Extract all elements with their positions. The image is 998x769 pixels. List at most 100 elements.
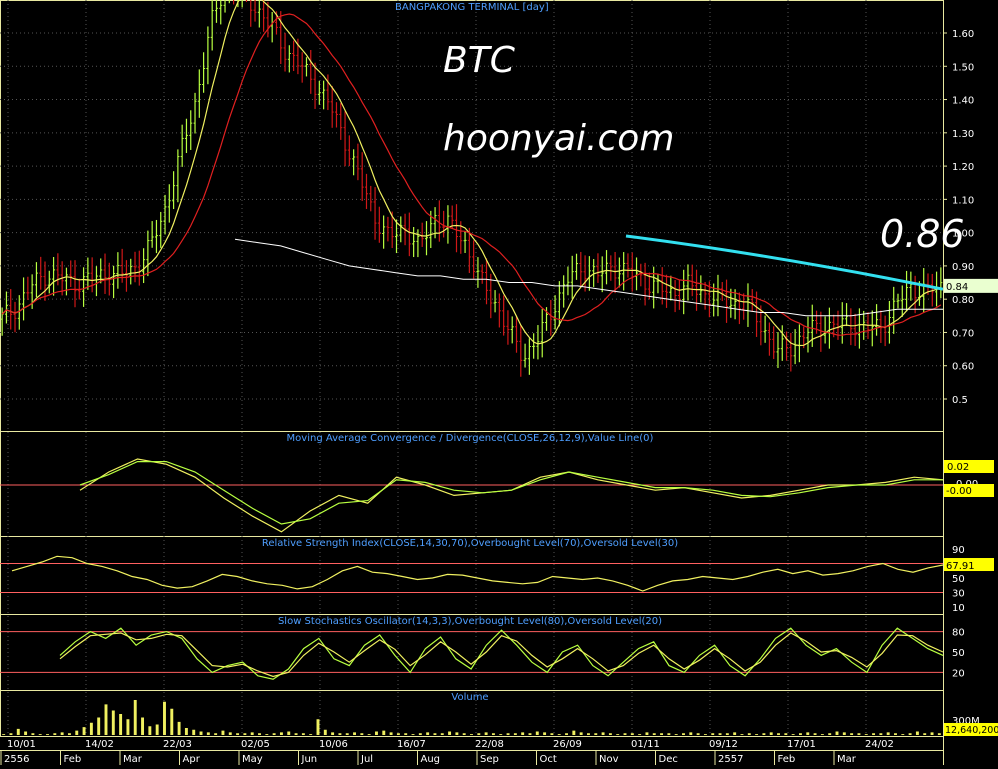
volume-bar: [192, 729, 196, 735]
volume-bar: [579, 732, 583, 735]
price-tick-label-10: 0.60: [952, 362, 974, 373]
volume-bar: [236, 733, 240, 735]
volume-bar: [331, 732, 335, 735]
volume-bar: [199, 731, 203, 735]
volume-bar: [404, 733, 408, 735]
volume-bar: [491, 733, 495, 735]
rsi-tick-label-4: 10: [952, 603, 965, 614]
volume-bar: [177, 721, 181, 735]
volume-bar: [89, 722, 93, 735]
price-tick-label-3: 1.30: [952, 129, 974, 140]
volume-bar: [338, 733, 342, 735]
volume-bar: [499, 734, 503, 735]
volume-bar: [667, 733, 671, 735]
volume-bar: [258, 733, 261, 735]
x-date-label-1: 14/02: [85, 739, 114, 750]
macd-title: Moving Average Convergence / Divergence(…: [286, 433, 654, 444]
volume-bar: [521, 732, 525, 735]
volume-bar: [820, 734, 824, 735]
volume-bar: [835, 731, 839, 735]
volume-bar: [674, 734, 678, 735]
volume-bar: [791, 734, 795, 735]
main-chart-title: BANGPAKONG TERMINAL [day]: [395, 2, 549, 13]
volume-bar: [411, 734, 415, 735]
volume-bar: [872, 733, 876, 735]
x-month-label-7: Aug: [421, 754, 441, 765]
macd-panel-frame: [0, 431, 944, 537]
price-tick-label-1: 1.50: [952, 62, 974, 73]
volume-bar: [82, 727, 86, 735]
volume-bar: [155, 724, 159, 735]
rsi-tick-label-2: 50: [952, 574, 965, 585]
rsi-line: [11, 555, 944, 592]
volume-bar: [367, 734, 371, 735]
volume-bar: [141, 717, 145, 735]
x-date-label-7: 26/09: [553, 739, 582, 750]
x-date-label-4: 10/06: [319, 739, 348, 750]
volume-bar: [543, 732, 547, 735]
x-date-label-2: 22/03: [163, 739, 192, 750]
volume-bar: [638, 734, 642, 735]
volume-bar: [652, 733, 656, 735]
macd-line-0: [79, 458, 944, 533]
volume-bar: [148, 726, 152, 735]
volume-bar: [24, 731, 28, 735]
volume-bar: [608, 733, 612, 735]
rsi-tick-label-3: 30: [952, 589, 965, 600]
volume-bar: [163, 701, 166, 735]
site-watermark: hoonyai.com: [443, 118, 675, 159]
volume-bar: [309, 734, 313, 735]
volume-bar: [769, 732, 773, 735]
volume-bar: [550, 733, 554, 735]
volume-bar: [60, 732, 64, 735]
volume-bar: [279, 732, 283, 735]
x-month-label-11: Dec: [659, 754, 678, 765]
volume-bar: [287, 731, 291, 735]
volume-bar: [689, 732, 693, 735]
x-month-label-8: Sep: [480, 754, 499, 765]
volume-bar: [462, 733, 466, 735]
volume-bar: [133, 700, 137, 735]
x-date-label-9: 09/12: [709, 739, 738, 750]
volume-bar: [375, 731, 378, 735]
macd-value-label: 0.02: [947, 462, 969, 473]
volume-bar: [864, 734, 868, 735]
volume-bar: [645, 732, 649, 735]
volume-bar: [777, 733, 780, 735]
volume-bar: [360, 733, 364, 735]
x-month-label-3: Apr: [183, 754, 201, 765]
price-tick-label-4: 1.20: [952, 162, 974, 173]
x-date-label-3: 02/05: [241, 739, 270, 750]
volume-bar: [316, 719, 320, 735]
rsi-tick-label-0: 90: [952, 545, 965, 556]
volume-bar: [806, 732, 810, 735]
volume-bar: [586, 733, 590, 735]
volume-bar: [426, 732, 430, 735]
volume-bar: [38, 734, 42, 735]
x-date-label-10: 17/01: [787, 739, 816, 750]
volume-bar: [353, 732, 357, 735]
x-month-label-12: 2557: [718, 754, 743, 765]
volume-bar: [323, 729, 327, 735]
x-month-label-13: Feb: [778, 754, 796, 765]
volume-value-label: 12,640,200: [945, 725, 998, 736]
volume-bar: [733, 732, 737, 735]
volume-bar: [228, 732, 232, 735]
volume-bar: [345, 733, 349, 735]
volume-bar: [879, 733, 883, 735]
volume-bar: [126, 719, 130, 735]
stock-chart: 1.601.501.401.301.201.101.000.900.800.70…: [0, 0, 998, 765]
volume-bar: [301, 733, 305, 735]
volume-bar: [170, 708, 174, 735]
volume-bar: [250, 732, 254, 735]
volume-bar: [46, 734, 49, 735]
volume-bar: [572, 730, 576, 735]
stoch-tick-label-2: 20: [952, 668, 965, 679]
asset-watermark: BTC: [443, 40, 515, 81]
volume-bar: [930, 732, 934, 735]
price-tick-label-11: 0.5: [952, 395, 968, 406]
x-month-label-10: Nov: [599, 754, 619, 765]
volume-bar: [97, 717, 101, 735]
volume-bar: [53, 733, 57, 735]
volume-bar: [433, 733, 437, 735]
